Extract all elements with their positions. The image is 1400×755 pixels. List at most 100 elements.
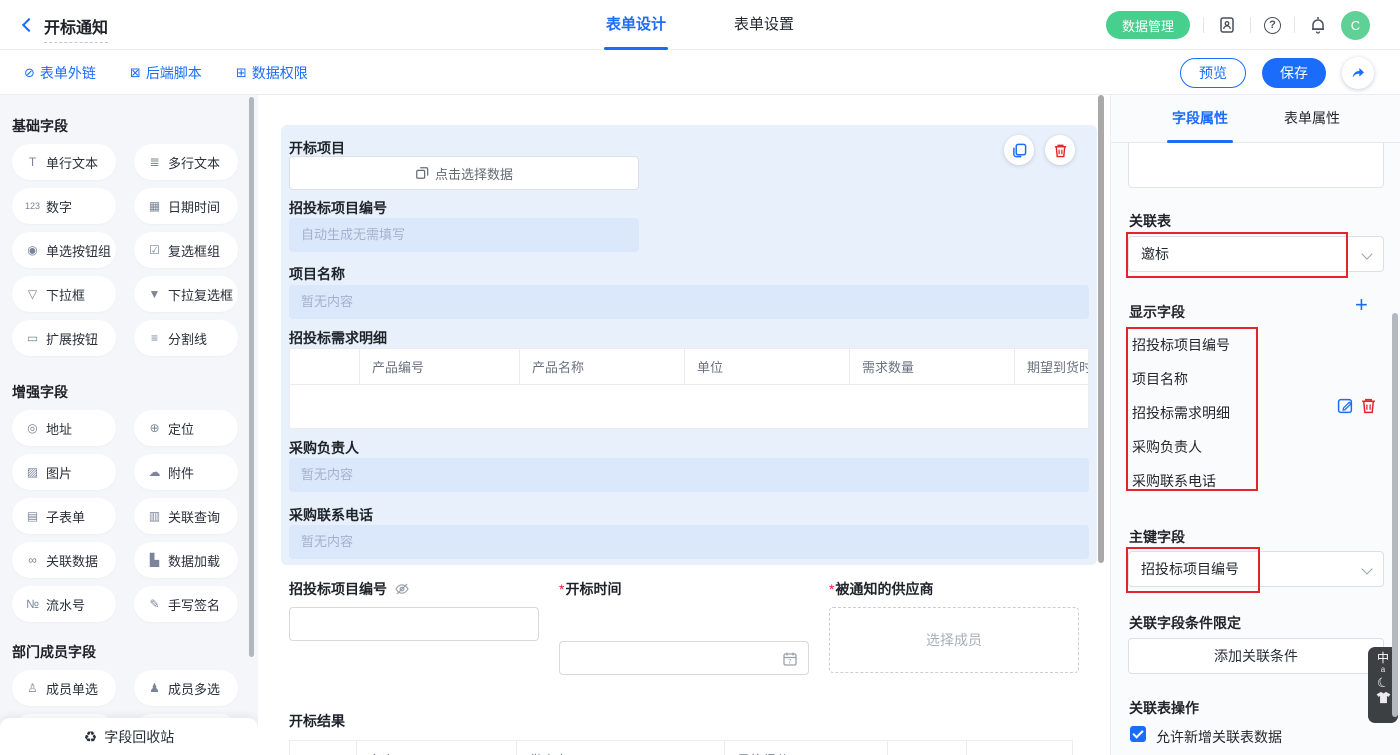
partial-input-box[interactable] [1128,143,1384,188]
display-field-item[interactable]: 项目名称 [1132,369,1188,389]
save-button[interactable]: 保存 [1262,58,1326,88]
field-item-single-line-text[interactable]: T单行文本 [12,144,116,180]
field-item-label: 单选按钮组 [46,241,111,260]
field-item-serial-number[interactable]: №流水号 [12,586,116,622]
data-permission-button[interactable]: ⊞ 数据权限 [236,63,308,83]
delete-block-button[interactable] [1045,135,1075,165]
help-icon[interactable]: ? [1264,17,1281,34]
divider [1294,17,1295,33]
address-pin-icon: ◎ [25,421,40,435]
field-item-select[interactable]: ▽下拉框 [12,276,116,312]
properties-panel: 字段属性 表单属性 关联表 邀标 显示字段 + 招投标项目编号 项目名称 招投标… [1110,95,1400,755]
field-item-signature[interactable]: ✎手写签名 [134,586,238,622]
field-item-checkbox-group[interactable]: ☑复选框组 [134,232,238,268]
backend-script-button[interactable]: ⊠ 后端脚本 [130,63,202,83]
select-members-box[interactable]: 选择成员 [829,607,1079,673]
field-item-member-multi[interactable]: ♟成员多选 [134,670,238,706]
field-item-radio-group[interactable]: ◉单选按钮组 [12,232,116,268]
field-item-location[interactable]: ⊕定位 [134,410,238,446]
number-icon: 123 [25,201,40,211]
add-display-field-button[interactable]: + [1355,294,1368,316]
dark-mode-moon-icon[interactable]: ☾ [1375,673,1391,691]
related-data-icon: ∞ [25,553,40,567]
open-time-date-input[interactable]: 7 [559,641,809,675]
table-ops-label: 关联表操作 [1129,698,1199,718]
display-field-item[interactable]: 采购负责人 [1132,437,1202,457]
primary-key-select[interactable]: 招投标项目编号 [1128,551,1384,587]
data-manage-button[interactable]: 数据管理 [1106,11,1190,39]
notification-bell-icon[interactable] [1308,15,1328,35]
display-field-item[interactable]: 招投标需求明细 [1132,403,1230,423]
related-table-label: 关联表 [1129,211,1171,231]
field-item-number[interactable]: 123数字 [12,188,116,224]
share-button[interactable] [1342,57,1374,89]
display-field-item[interactable]: 招投标项目编号 [1132,335,1230,355]
field-label: 被通知的供应商 [835,581,933,597]
block-title: 开标项目 [289,138,345,158]
field-item-label: 日期时间 [168,197,220,216]
allow-add-checkbox[interactable] [1130,726,1146,742]
phone-input[interactable]: 暂无内容 [289,525,1089,559]
toolbar-actions: 预览 保存 [1180,50,1374,95]
project-name-input[interactable]: 暂无内容 [289,285,1089,319]
open-time-field: *开标时间 [559,579,621,599]
sidebar-scrollbar[interactable] [249,97,254,657]
add-condition-button[interactable]: 添加关联条件 [1128,638,1384,674]
project-no-input[interactable]: 自动生成无需填写 [289,218,639,252]
user-avatar[interactable]: C [1341,11,1370,40]
field-item-multi-select[interactable]: ▼下拉复选框 [134,276,238,312]
trash-icon [1053,143,1068,158]
link-label: 表单外链 [40,63,96,83]
field-item-address[interactable]: ◎地址 [12,410,116,446]
field-item-member-single[interactable]: ♙成员单选 [12,670,116,706]
select-data-label: 点击选择数据 [435,164,513,183]
field-item-label: 数据加载 [168,551,220,570]
field-item-related-data[interactable]: ∞关联数据 [12,542,116,578]
checkbox-icon: ☑ [147,243,162,257]
section-enhanced-fields: 增强字段 ◎地址 ⊕定位 ▨图片 ☁附件 ▤子表单 ▥关联查询 ∞关联数据 ▙数… [12,382,238,622]
field-item-data-load[interactable]: ▙数据加载 [134,542,238,578]
project-no-text-input[interactable] [289,607,539,641]
tab-form-settings[interactable]: 表单设置 [734,0,794,50]
tshirt-icon[interactable] [1376,691,1391,704]
field-recycle-bin-button[interactable]: ♻ 字段回收站 [0,718,258,755]
field-item-divider-line[interactable]: ≡分割线 [134,320,238,356]
field-item-related-query[interactable]: ▥关联查询 [134,498,238,534]
top-bar: 开标通知 表单设计 表单设置 数据管理 ? C [0,0,1400,50]
preview-button[interactable]: 预览 [1180,58,1246,88]
delete-display-fields-button[interactable] [1360,397,1377,414]
tab-field-properties[interactable]: 字段属性 [1172,95,1228,143]
detail-table[interactable]: 产品编号 产品名称 单位 需求数量 期望到货时 [289,348,1089,429]
form-external-link-button[interactable]: ⊘ 表单外链 [24,63,96,83]
field-item-image[interactable]: ▨图片 [12,454,116,490]
tab-form-properties[interactable]: 表单属性 [1284,95,1340,143]
tab-form-design[interactable]: 表单设计 [606,0,666,50]
translate-icon[interactable]: 中 [1377,652,1389,665]
canvas-scrollbar[interactable] [1098,95,1104,563]
related-data-block-selected[interactable]: 开标项目 点击选择数据 招投标项目编号 自动生成无需填写 项目名称 暂无内容 招… [281,125,1097,565]
field-item-datetime[interactable]: ▦日期时间 [134,188,238,224]
section-basic-fields: 基础字段 T单行文本 ≣多行文本 123数字 ▦日期时间 ◉单选按钮组 ☑复选框… [12,116,238,356]
field-item-label: 多行文本 [168,153,220,172]
display-field-item[interactable]: 采购联系电话 [1132,471,1216,491]
related-table-select[interactable]: 邀标 [1128,236,1384,272]
divider [1203,17,1204,33]
cloud-upload-icon: ☁ [147,465,162,479]
panel-scrollbar[interactable] [1392,313,1398,717]
duplicate-block-button[interactable] [1004,135,1034,165]
manual-book-icon[interactable] [1217,15,1237,35]
people-icon: ♟ [147,681,162,695]
field-item-attachment[interactable]: ☁附件 [134,454,238,490]
buyer-input[interactable]: 暂无内容 [289,458,1089,492]
chevron-down-icon [1361,248,1372,259]
select-data-button[interactable]: 点击选择数据 [289,156,639,190]
field-item-multi-line-text[interactable]: ≣多行文本 [134,144,238,180]
display-fields-label: 显示字段 [1129,302,1185,322]
edit-display-fields-button[interactable] [1337,397,1354,414]
section-title: 增强字段 [12,382,238,402]
field-item-subform[interactable]: ▤子表单 [12,498,116,534]
field-item-extended-button[interactable]: ▭扩展按钮 [12,320,116,356]
result-table[interactable]: 名次 供应商 最终得分 [289,740,1073,755]
pen-icon: ✎ [147,597,162,611]
link-label: 数据权限 [252,63,308,83]
